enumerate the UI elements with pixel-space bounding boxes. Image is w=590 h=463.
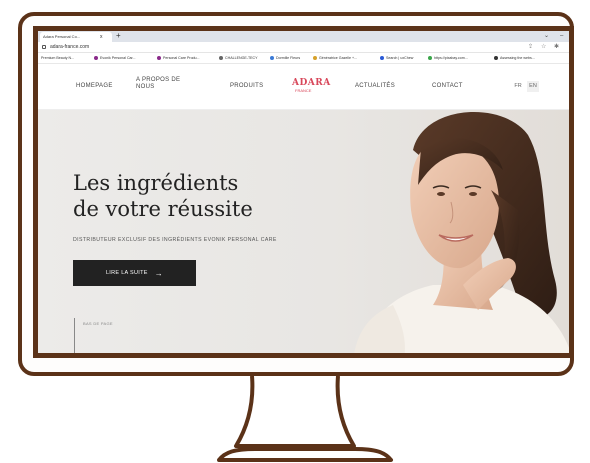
bookmark-favicon-icon (219, 56, 223, 61)
scroll-indicator-line (74, 318, 75, 353)
nav-a-propos[interactable]: A PROPOS DE NOUS (136, 77, 180, 91)
nav-contact[interactable]: CONTACT (432, 83, 463, 90)
bookmark-favicon-icon (380, 56, 384, 61)
bookmark-item[interactable]: Assessing the webs... (494, 53, 535, 63)
bookmark-item[interactable]: Search | uxChew (380, 53, 413, 63)
bookmark-item[interactable]: Evonik Personal Car... (94, 53, 136, 63)
bookmarks-bar: Premium Beauty N... Evonik Personal Car.… (38, 53, 569, 64)
hero-subtitle: DISTRIBUTEUR EXCLUSIF DES INGRÉDIENTS EV… (73, 237, 277, 243)
url-text[interactable]: adara-france.com (50, 42, 89, 52)
bookmark-item[interactable]: Génératrice Gazelle +... (313, 53, 357, 63)
site-logo[interactable]: ADARA FRANCE (292, 77, 330, 97)
tab-title: Adara Personal Co... (43, 34, 81, 39)
lang-en[interactable]: EN (527, 81, 539, 92)
lang-fr[interactable]: FR (512, 81, 524, 92)
hero-section: Les ingrédients de votre réussite DISTRI… (38, 110, 569, 353)
minimize-window-button[interactable]: – (560, 31, 563, 41)
bookmark-favicon-icon (494, 56, 498, 61)
bookmark-item[interactable]: CHALLENGE-TECY (219, 53, 258, 63)
close-tab-icon[interactable]: x (100, 32, 103, 42)
extensions-icon[interactable]: ✱ (554, 42, 559, 52)
scroll-down-link[interactable]: BAS DE PAGE (83, 321, 113, 326)
bookmark-favicon-icon (313, 56, 317, 61)
bookmark-favicon-icon (270, 56, 274, 61)
browser-window: Adara Personal Co... x + ⌄ – adara-franc… (33, 26, 574, 358)
tab-search-icon[interactable]: ⌄ (544, 31, 549, 41)
hero-portrait-image (354, 112, 569, 353)
bookmark-star-icon[interactable]: ☆ (541, 42, 546, 52)
new-tab-button[interactable]: + (116, 31, 121, 41)
bookmark-item[interactable]: Personal Care Produ... (157, 53, 200, 63)
logo-subtext: FRANCE (295, 88, 312, 93)
read-more-button[interactable]: LIRE LA SUITE → (73, 260, 196, 286)
nav-actualites[interactable]: ACTUALITÉS (355, 83, 395, 90)
desktop-monitor-mockup: Adara Personal Co... x + ⌄ – adara-franc… (0, 0, 590, 463)
site-navigation: HOMEPAGE A PROPOS DE NOUS PRODUITS ADARA… (38, 64, 569, 110)
tab-strip: Adara Personal Co... x + ⌄ – (38, 31, 569, 42)
bookmark-favicon-icon (94, 56, 98, 61)
bookmark-favicon-icon (157, 56, 161, 61)
bookmark-item[interactable]: Dormille Fleurs (270, 53, 300, 63)
monitor-stand (234, 376, 356, 448)
bookmark-item[interactable]: https://pixabay.com... (428, 53, 468, 63)
hero-title: Les ingrédients de votre réussite (73, 171, 253, 221)
address-bar[interactable]: adara-france.com ⇪ ☆ ✱ (38, 42, 569, 53)
bookmark-favicon-icon (428, 56, 432, 61)
share-icon[interactable]: ⇪ (528, 42, 533, 52)
lock-icon[interactable] (42, 45, 46, 49)
monitor-base (217, 447, 393, 462)
logo-wordmark: ADARA (292, 78, 331, 88)
bookmark-item[interactable]: Premium Beauty N... (41, 53, 74, 63)
nav-produits[interactable]: PRODUITS (230, 83, 263, 90)
nav-homepage[interactable]: HOMEPAGE (76, 83, 113, 90)
arrow-right-icon: → (154, 268, 164, 278)
browser-tab-active[interactable]: Adara Personal Co... x (40, 32, 112, 42)
